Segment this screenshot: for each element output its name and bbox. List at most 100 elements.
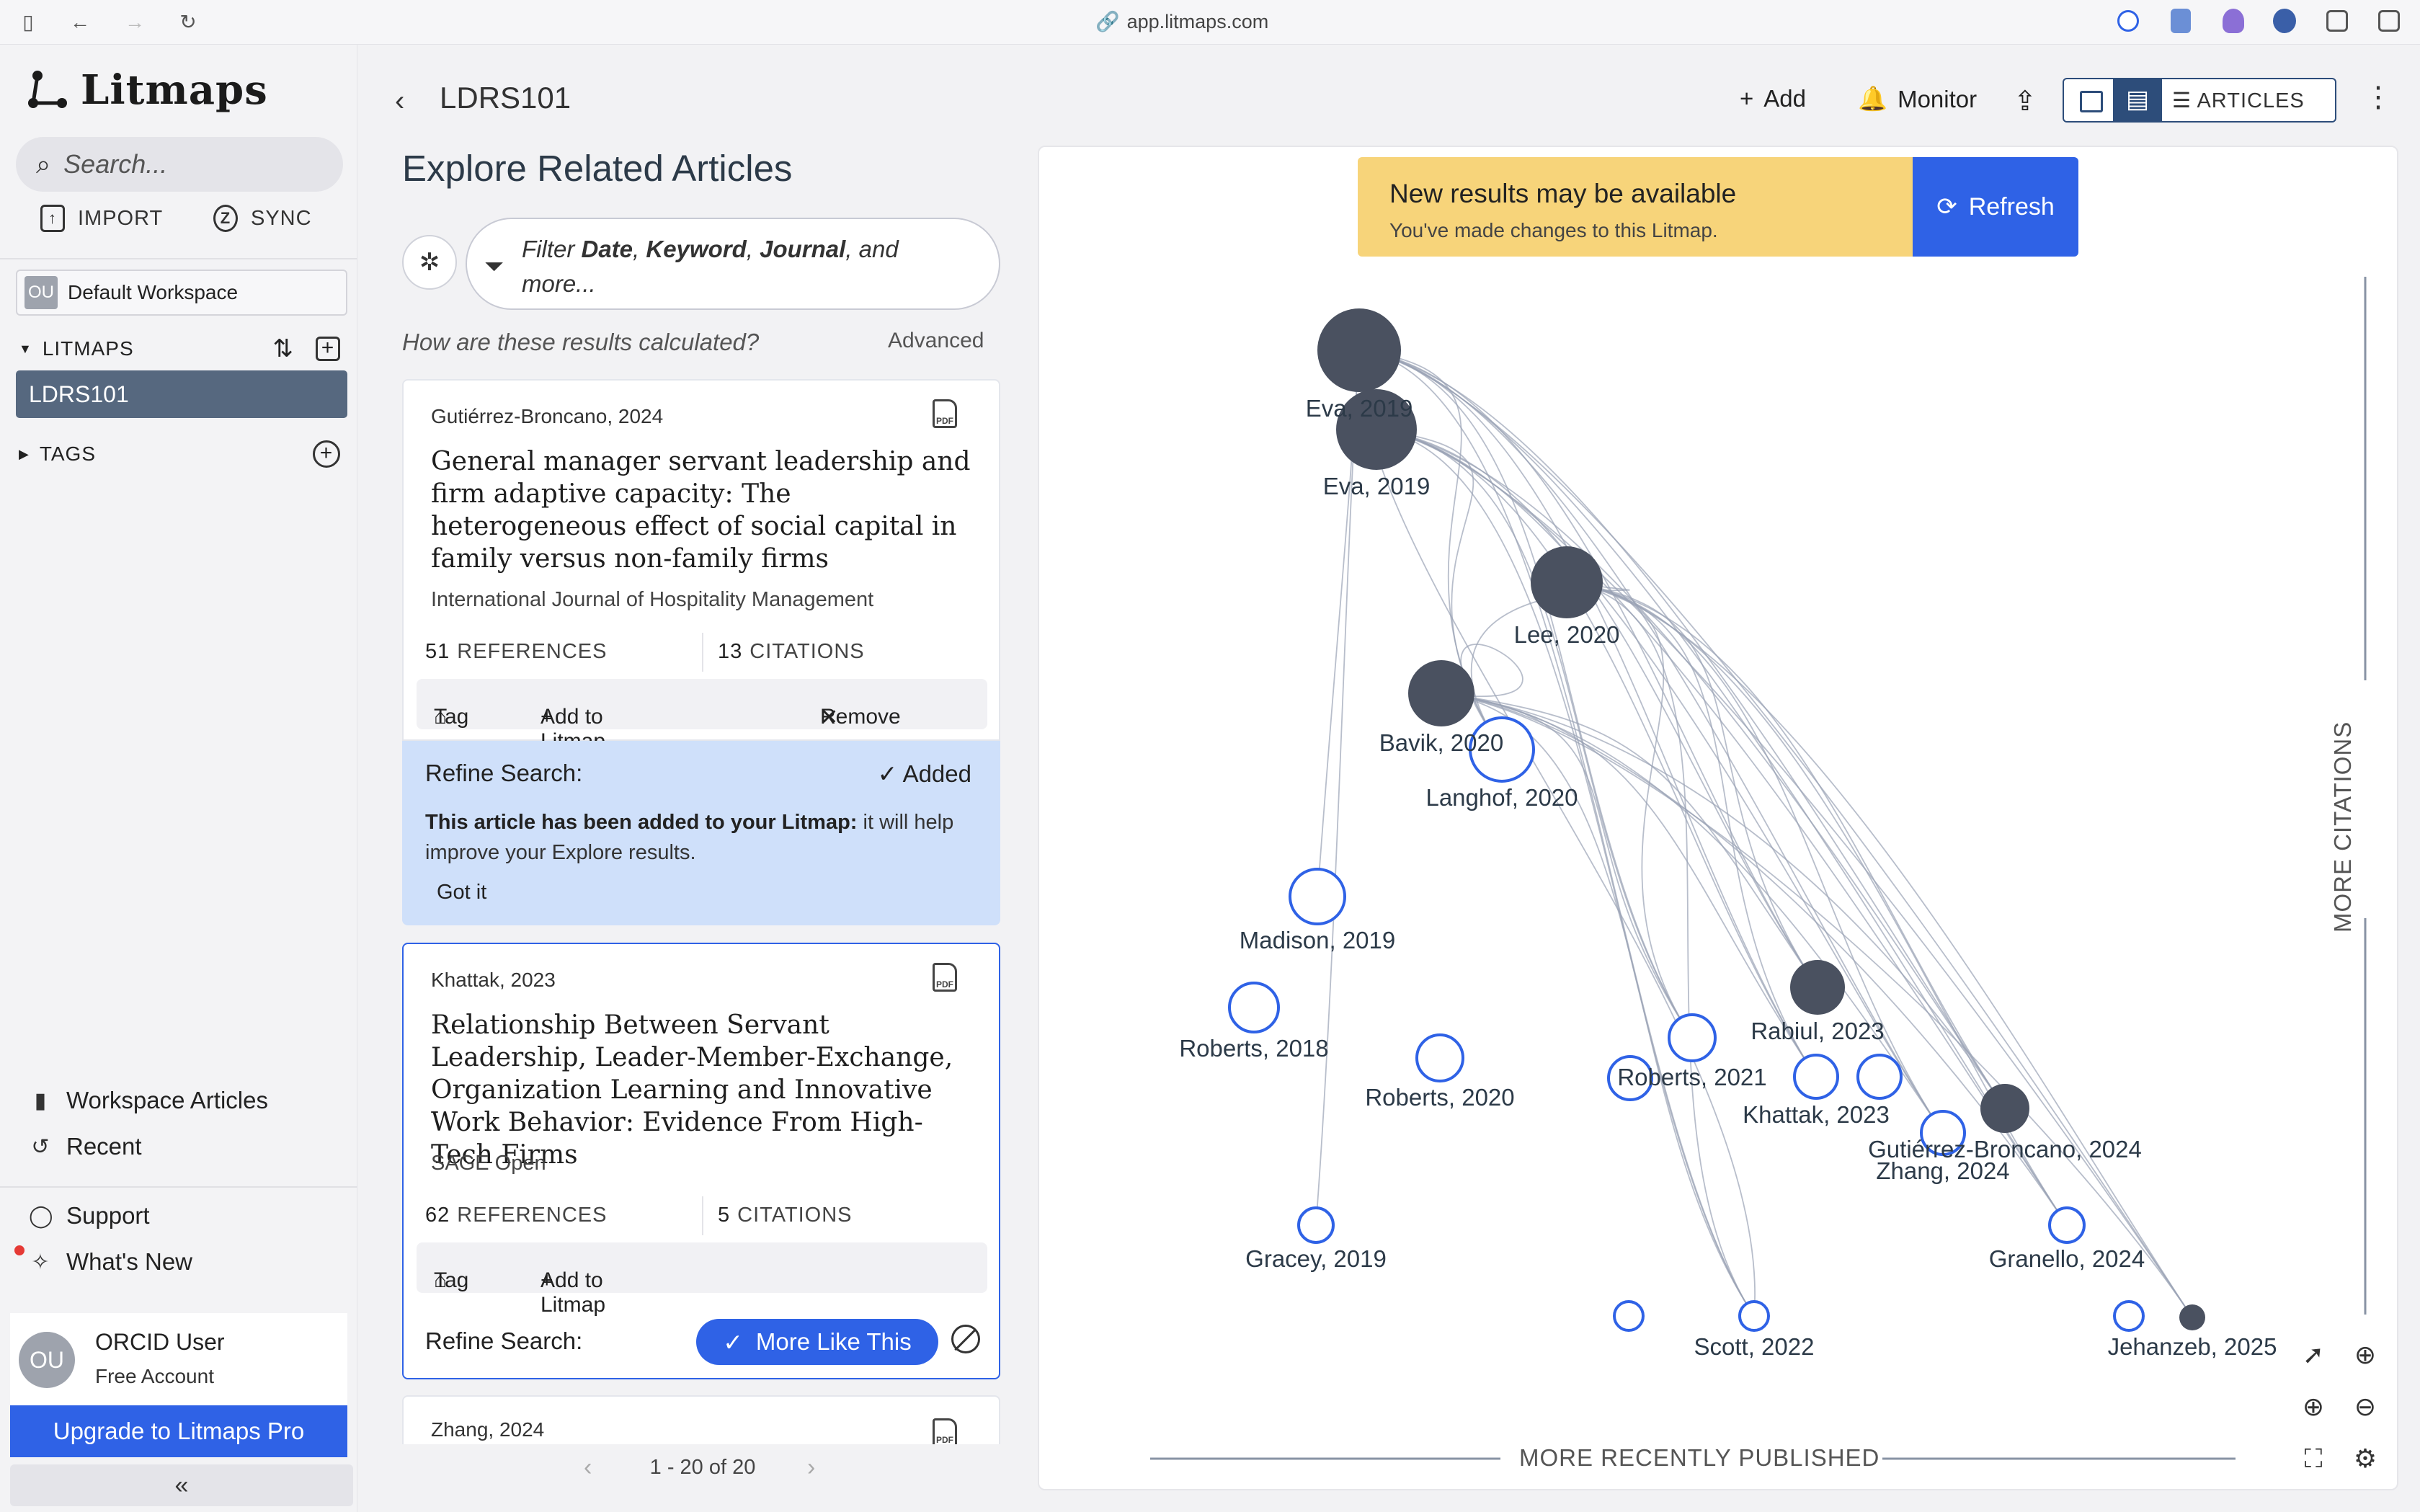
search-input[interactable]: ⌕ Search... — [16, 137, 343, 192]
share-button[interactable]: ⇪ — [2014, 85, 2037, 117]
citation-map[interactable]: Eva, 2019 Eva, 2019 Lee, 2020 Bavik, 2020 La… — [1038, 146, 2398, 1490]
advanced-button[interactable]: Advanced — [888, 329, 984, 353]
zoom-out-icon[interactable]: ⊖ — [2348, 1389, 2383, 1424]
map-node-label[interactable]: Eva, 2019 — [1323, 473, 1431, 500]
map-node-label[interactable]: Scott, 2022 — [1694, 1333, 1815, 1361]
map-node-label[interactable]: Jehanzeb, 2025 — [2108, 1333, 2277, 1361]
monitor-button[interactable]: 🔔 Monitor — [1858, 85, 1977, 113]
map-node-label[interactable]: Rabiul, 2023 — [1751, 1018, 1884, 1045]
add-tag-icon[interactable]: + — [313, 440, 340, 468]
password-extension-icon[interactable] — [2117, 10, 2139, 32]
article-card[interactable]: Zhang, 2024 PDF — [402, 1395, 1000, 1444]
map-node[interactable] — [1668, 1013, 1717, 1062]
map-node-label[interactable]: Lee, 2020 — [1514, 621, 1620, 649]
map-node[interactable] — [1980, 1084, 2029, 1133]
collapse-sidebar-button[interactable]: « — [10, 1464, 353, 1506]
pdf-icon[interactable]: PDF — [933, 963, 957, 992]
back-arrow-icon[interactable]: ← — [68, 10, 92, 35]
got-it-button[interactable]: Got it — [437, 881, 486, 904]
map-node[interactable] — [1289, 868, 1346, 925]
user-card[interactable]: OU ORCID User Free Account — [10, 1313, 347, 1405]
nav-support[interactable]: ◯ Support — [29, 1202, 150, 1229]
sort-icon[interactable]: ⇅ — [273, 334, 295, 363]
sidebar-toggle-icon[interactable]: ▯ — [16, 10, 40, 35]
citation-map-canvas[interactable] — [1039, 147, 2398, 1490]
map-node[interactable] — [1531, 546, 1603, 618]
add-litmap-icon[interactable]: + — [316, 337, 340, 361]
workspace-selector[interactable]: OU Default Workspace — [16, 270, 347, 316]
litmaps-section-header[interactable]: ▼ LITMAPS ⇅ + — [19, 332, 346, 366]
article-title[interactable]: Relationship Between Servant Leadership,… — [431, 1009, 979, 1171]
sidebar-item-ldrs101[interactable]: LDRS101 — [16, 370, 347, 418]
map-node[interactable] — [1738, 1300, 1770, 1332]
upgrade-button[interactable]: Upgrade to Litmaps Pro — [10, 1405, 347, 1457]
map-node-label[interactable]: Roberts, 2020 — [1365, 1084, 1514, 1111]
more-options-icon[interactable]: ⋮ — [2364, 81, 2393, 114]
references-count[interactable]: 62 REFERENCES — [425, 1204, 607, 1227]
map-node[interactable] — [1856, 1054, 1903, 1100]
map-node[interactable] — [1408, 660, 1474, 726]
menu-extension-icon[interactable] — [2326, 10, 2348, 32]
pdf-icon[interactable]: PDF — [933, 399, 957, 428]
add-button[interactable]: + Add — [1740, 85, 1806, 112]
explore-mode-button[interactable]: ✲ — [402, 235, 457, 290]
settings-icon[interactable]: ⚙ — [2348, 1441, 2383, 1476]
map-node-label[interactable]: Langhof, 2020 — [1425, 784, 1578, 811]
map-node[interactable] — [1415, 1033, 1464, 1082]
map-node-label[interactable]: Roberts, 2018 — [1179, 1035, 1328, 1062]
map-node[interactable] — [1228, 982, 1280, 1033]
map-node-label[interactable]: Khattak, 2023 — [1743, 1101, 1890, 1129]
document-extension-icon[interactable] — [2171, 9, 2191, 33]
nav-recent[interactable]: ↺ Recent — [29, 1133, 141, 1160]
map-node-label[interactable]: Gracey, 2019 — [1245, 1245, 1387, 1273]
back-chevron-icon[interactable]: ‹ — [395, 85, 404, 117]
pdf-icon[interactable]: PDF — [933, 1418, 957, 1444]
map-node-label[interactable]: Bavik, 2020 — [1379, 729, 1503, 757]
map-node[interactable] — [1297, 1206, 1335, 1244]
gear-extension-icon[interactable] — [2273, 9, 2296, 33]
map-node[interactable] — [2113, 1300, 2145, 1332]
map-node[interactable] — [2179, 1304, 2205, 1330]
map-node-label[interactable]: Eva, 2019 — [1306, 395, 1413, 422]
more-like-this-button[interactable]: ✓ More Like This — [696, 1319, 938, 1365]
prev-page-icon[interactable]: ‹ — [584, 1444, 592, 1490]
map-node-label[interactable]: Granello, 2024 — [1989, 1245, 2145, 1273]
address-bar[interactable]: 🔗 app.litmaps.com — [1095, 9, 1268, 35]
zoom-in-icon[interactable]: ⊕ — [2296, 1389, 2331, 1424]
locate-icon[interactable]: ⊕ — [2348, 1338, 2383, 1372]
sync-button[interactable]: Z SYNC — [213, 205, 312, 232]
map-node-label[interactable]: Zhang, 2024 — [1876, 1157, 2009, 1185]
brand-logo[interactable]: Litmaps — [26, 66, 268, 114]
article-title[interactable]: General manager servant leadership and f… — [431, 445, 979, 575]
next-page-icon[interactable]: › — [807, 1444, 815, 1490]
map-node[interactable] — [1790, 960, 1845, 1015]
map-node-label[interactable]: Madison, 2019 — [1240, 927, 1395, 954]
how-calculated-link[interactable]: How are these results calculated? — [402, 329, 759, 356]
nav-workspace-articles[interactable]: ▮ Workspace Articles — [29, 1087, 268, 1114]
refresh-button[interactable]: ⟳ Refresh — [1913, 157, 2078, 257]
articles-view-button[interactable]: ☰ ARTICLES — [2172, 88, 2305, 113]
split-view-button[interactable] — [2114, 79, 2162, 121]
forward-arrow-icon[interactable]: → — [123, 10, 147, 35]
split-view-icon[interactable] — [2378, 10, 2400, 32]
fit-view-icon[interactable]: ⛶ — [2296, 1441, 2331, 1476]
article-card[interactable]: Khattak, 2023 PDF Relationship Between S… — [402, 943, 1000, 1379]
map-node[interactable] — [1793, 1054, 1839, 1100]
map-node[interactable] — [1613, 1300, 1645, 1332]
reload-icon[interactable]: ↻ — [176, 10, 200, 35]
map-node[interactable] — [1317, 308, 1401, 392]
map-node[interactable] — [2048, 1206, 2086, 1244]
map-view-button[interactable] — [2064, 79, 2114, 121]
nav-whats-new[interactable]: ✧ What's New — [29, 1248, 192, 1276]
citations-count[interactable]: 5 CITATIONS — [718, 1204, 853, 1227]
import-button[interactable]: ↑ IMPORT — [40, 205, 163, 232]
map-node-label[interactable]: Roberts, 2021 — [1617, 1064, 1766, 1091]
citations-count[interactable]: 13 CITATIONS — [718, 640, 865, 664]
drop-extension-icon[interactable] — [2223, 9, 2244, 33]
filter-input[interactable]: ⏷ Filter Date, Keyword, Journal, and mor… — [466, 218, 1000, 310]
pointer-tool-icon[interactable]: ➚ — [2296, 1338, 2331, 1372]
references-count[interactable]: 51 REFERENCES — [425, 640, 607, 664]
tags-section-header[interactable]: ▶ TAGS + — [19, 437, 346, 471]
article-card[interactable]: Gutiérrez-Broncano, 2024 PDF General man… — [402, 379, 1000, 753]
block-icon[interactable] — [951, 1325, 980, 1353]
